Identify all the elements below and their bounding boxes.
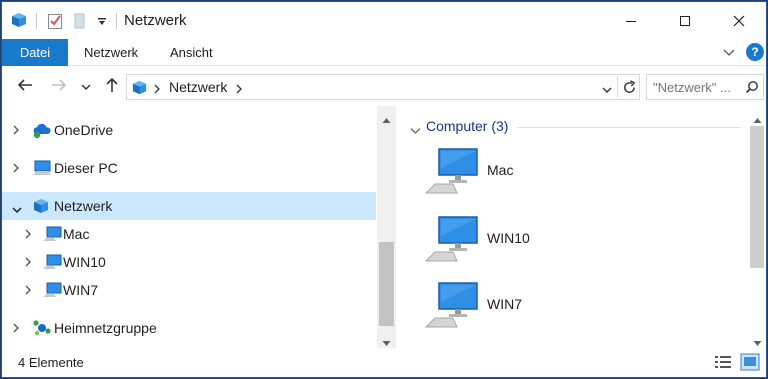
forward-arrow-icon[interactable] (50, 76, 68, 97)
breadcrumb-netzwerk[interactable]: Netzwerk (169, 79, 227, 95)
network-icon[interactable] (10, 11, 28, 32)
content-item-label: WIN7 (487, 296, 522, 312)
content-item-win7[interactable]: WIN7 (424, 280, 575, 336)
large-icons-view-icon[interactable] (740, 353, 760, 374)
title-separator (36, 13, 37, 29)
refresh-icon[interactable] (621, 79, 638, 99)
expand-ribbon-chevron-icon[interactable] (722, 45, 736, 62)
minimize-button[interactable] (608, 2, 654, 39)
computer-icon (42, 253, 62, 274)
ribbon-tabs: Datei Netzwerk Ansicht ? (2, 39, 766, 66)
content-pane: Computer (3) Mac WIN10 WIN7 (397, 106, 747, 346)
computer-icon (42, 281, 62, 302)
tree-item-mac[interactable]: Mac (2, 220, 376, 248)
expand-chevron-icon[interactable] (24, 256, 32, 271)
dropdown-arrow-icon[interactable] (97, 15, 107, 30)
minimize-icon (626, 20, 636, 22)
navigation-bar: Netzwerk (2, 66, 766, 106)
tree-item-label: Mac (63, 226, 90, 242)
group-divider (517, 127, 741, 128)
group-header[interactable]: Computer (3) (426, 118, 508, 134)
search-icon[interactable] (745, 80, 759, 97)
tab-netzwerk[interactable]: Netzwerk (84, 39, 138, 66)
onedrive-cloud-icon (32, 121, 52, 142)
up-arrow-icon[interactable] (103, 76, 121, 97)
tab-datei[interactable]: Datei (2, 39, 68, 66)
computer-icon (424, 146, 481, 201)
window-title: Netzwerk (124, 12, 187, 29)
tree-item-label: Netzwerk (54, 198, 113, 214)
tree-item-heimnetzgruppe[interactable]: Heimnetzgruppe (2, 314, 376, 342)
group-collapse-chevron-icon[interactable] (410, 123, 421, 138)
explorer-window: Netzwerk Datei Netzwerk Ansicht ? Netzwe… (1, 1, 767, 378)
breadcrumb-separator-icon[interactable] (153, 82, 161, 97)
recent-locations-chevron-icon[interactable] (80, 80, 92, 95)
navigation-tree: OneDrive Dieser PC Netzwerk Mac WIN10 WI… (2, 106, 376, 346)
tree-item-label: OneDrive (54, 122, 114, 138)
scroll-up-arrow-icon[interactable] (753, 112, 762, 127)
tree-item-dieser-pc[interactable]: Dieser PC (2, 154, 376, 182)
tree-item-label: WIN10 (63, 254, 106, 270)
tree-item-win7[interactable]: WIN7 (2, 276, 376, 304)
content-item-label: WIN10 (487, 230, 530, 246)
tree-item-netzwerk[interactable]: Netzwerk (2, 192, 376, 220)
tree-item-win10[interactable]: WIN10 (2, 248, 376, 276)
collapse-chevron-icon[interactable] (11, 202, 23, 217)
search-input[interactable] (653, 78, 741, 96)
homegroup-icon (32, 319, 52, 340)
content-item-win10[interactable]: WIN10 (424, 214, 575, 270)
expand-chevron-icon[interactable] (12, 124, 20, 139)
tree-item-onedrive[interactable]: OneDrive (2, 116, 376, 144)
scroll-up-arrow-icon[interactable] (382, 112, 391, 127)
close-button[interactable] (716, 2, 762, 39)
address-history-chevron-icon[interactable] (601, 83, 613, 98)
pc-icon (32, 159, 52, 180)
expand-chevron-icon[interactable] (12, 162, 20, 177)
address-bar[interactable]: Netzwerk (126, 74, 640, 100)
computer-icon (424, 214, 481, 269)
tree-item-label: Heimnetzgruppe (54, 320, 157, 336)
close-icon (733, 15, 745, 26)
new-folder-icon[interactable] (72, 12, 88, 33)
network-icon (131, 79, 148, 99)
expand-chevron-icon[interactable] (24, 284, 32, 299)
tab-ansicht[interactable]: Ansicht (170, 39, 213, 66)
back-arrow-icon[interactable] (16, 76, 34, 97)
tree-scrollbar[interactable] (377, 106, 396, 348)
properties-check-icon[interactable] (46, 12, 64, 33)
tree-scrollbar-thumb[interactable] (379, 242, 394, 326)
title-separator (116, 13, 117, 29)
content-item-mac[interactable]: Mac (424, 146, 575, 202)
status-bar: 4 Elemente (2, 348, 766, 377)
expand-chevron-icon[interactable] (24, 228, 32, 243)
content-scrollbar-thumb[interactable] (750, 126, 764, 268)
content-item-label: Mac (487, 162, 514, 178)
title-bar: Netzwerk (2, 2, 766, 39)
maximize-icon (680, 15, 690, 26)
help-button[interactable]: ? (746, 43, 764, 61)
computer-icon (42, 225, 62, 246)
maximize-button[interactable] (662, 2, 708, 39)
tree-item-label: Dieser PC (54, 160, 118, 176)
content-scrollbar[interactable] (748, 106, 766, 348)
address-divider (617, 76, 618, 98)
details-view-icon[interactable] (714, 354, 732, 373)
search-box[interactable] (646, 74, 764, 100)
breadcrumb-separator-icon[interactable] (235, 82, 243, 97)
computer-icon (424, 280, 481, 335)
tree-item-label: WIN7 (63, 282, 98, 298)
item-count: 4 Elemente (18, 355, 84, 370)
network-icon (32, 197, 50, 218)
expand-chevron-icon[interactable] (12, 322, 20, 337)
